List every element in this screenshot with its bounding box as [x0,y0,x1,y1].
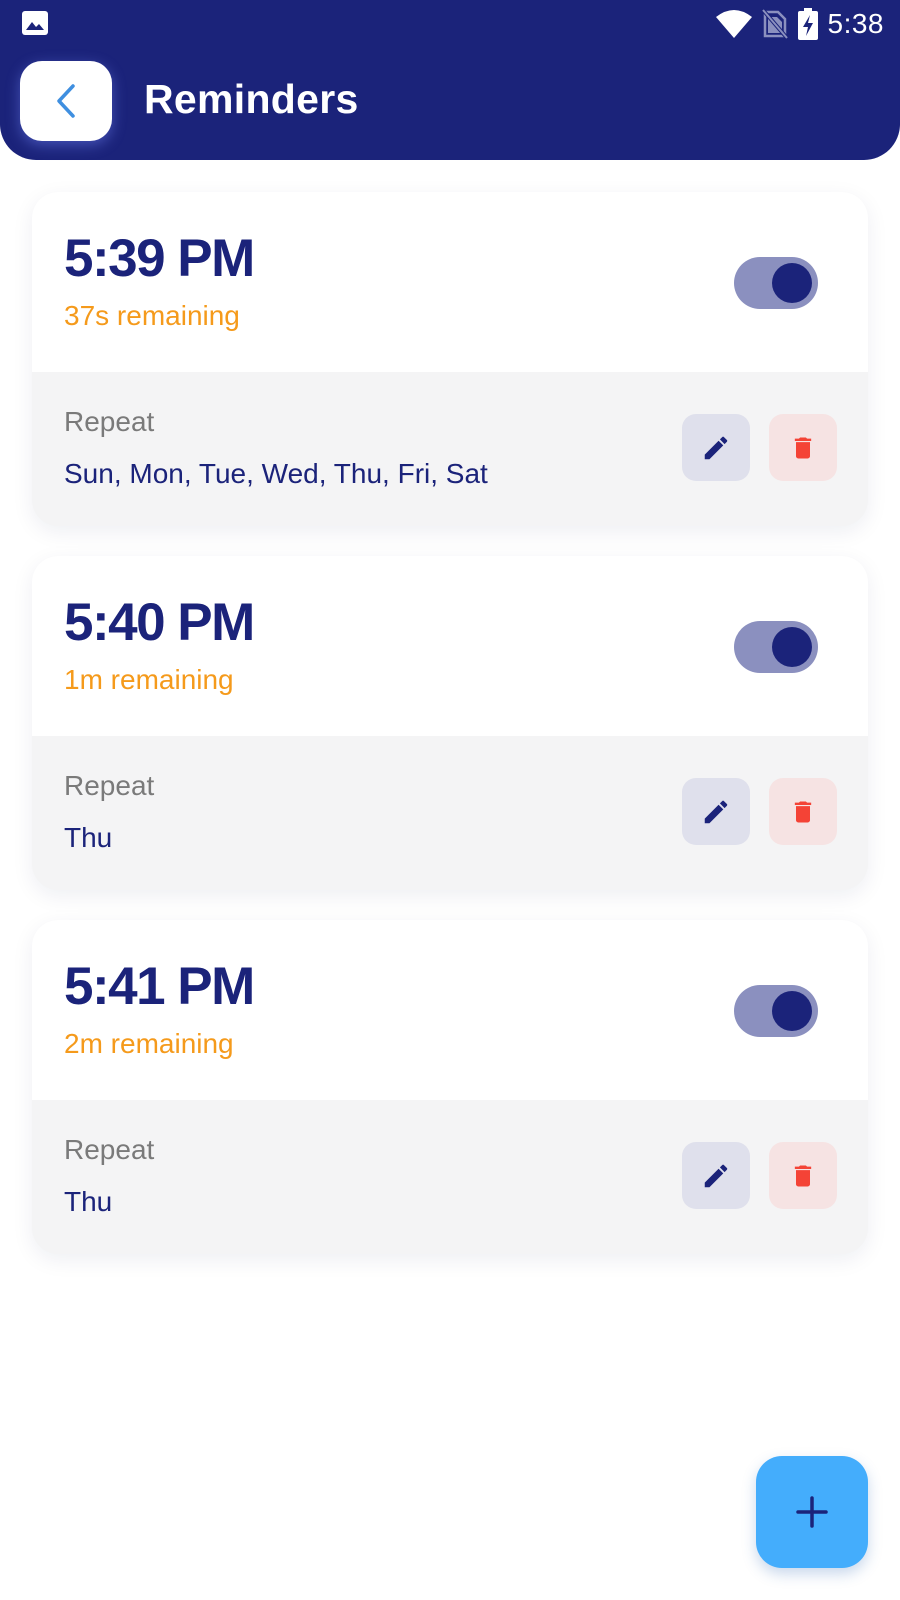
reminder-card: 5:41 PM 2m remaining Repeat Thu [32,920,868,1254]
reminder-remaining: 2m remaining [64,1028,234,1059]
app-header: 5:38 Reminders [0,0,900,160]
reminder-time: 5:41 PM [64,957,255,1016]
add-reminder-button[interactable] [756,1456,868,1568]
pencil-icon [704,436,728,459]
delete-button[interactable] [769,1142,837,1209]
toggle-knob [772,627,812,667]
reminder-card-top: 5:41 PM 2m remaining [32,920,868,1100]
repeat-label: Repeat [64,406,155,437]
toggle-knob [772,263,812,303]
repeat-label: Repeat [64,770,155,801]
trash-icon [794,437,812,458]
gallery-icon [22,11,48,35]
reminder-card: 5:39 PM 37s remaining Repeat Sun, Mon, T… [32,192,868,526]
reminder-time: 5:40 PM [64,593,255,652]
repeat-days: Thu [64,1186,113,1217]
pencil-icon [704,800,728,823]
edit-button[interactable] [682,1142,750,1209]
edit-button[interactable] [682,414,750,481]
pencil-icon [704,1164,728,1187]
repeat-days: Sun, Mon, Tue, Wed, Thu, Fri, Sat [64,458,488,489]
no-sim-icon [761,9,788,39]
plus-icon [796,1496,828,1528]
reminder-card: 5:40 PM 1m remaining Repeat Thu [32,556,868,890]
back-button[interactable] [20,61,112,141]
delete-button[interactable] [769,778,837,845]
status-bar: 5:38 [0,0,900,48]
edit-button[interactable] [682,778,750,845]
repeat-days: Thu [64,822,113,853]
wifi-icon [715,10,752,38]
repeat-label: Repeat [64,1134,155,1165]
reminder-remaining: 1m remaining [64,664,234,695]
trash-icon [794,801,812,822]
chevron-left-icon [57,84,75,118]
trash-icon [794,1165,812,1186]
reminder-card-top: 5:39 PM 37s remaining [32,192,868,372]
reminder-toggle[interactable] [734,621,818,673]
delete-button[interactable] [769,414,837,481]
battery-charging-icon [797,8,818,40]
status-time: 5:38 [827,8,884,39]
reminder-toggle[interactable] [734,985,818,1037]
reminder-toggle[interactable] [734,257,818,309]
reminder-card-top: 5:40 PM 1m remaining [32,556,868,736]
reminder-time: 5:39 PM [64,229,255,288]
toggle-knob [772,991,812,1031]
reminder-remaining: 37s remaining [64,300,240,331]
page-title: Reminders [144,76,359,122]
